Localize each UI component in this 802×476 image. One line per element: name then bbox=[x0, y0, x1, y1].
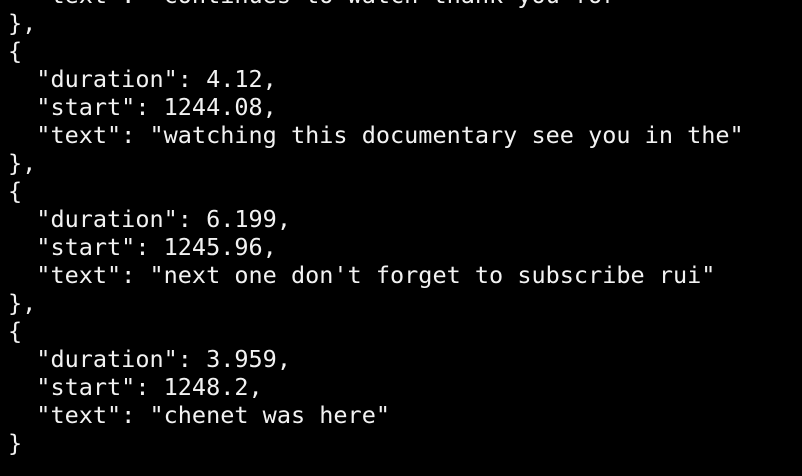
terminal-line: "start": 1248.2, bbox=[8, 373, 263, 401]
terminal-line: { bbox=[8, 37, 23, 65]
terminal-line: "text": "continues to watch thank you fo… bbox=[8, 0, 802, 9]
terminal-line: { bbox=[8, 177, 23, 205]
terminal-line: } bbox=[8, 429, 23, 457]
terminal-line: "duration": 4.12, bbox=[8, 65, 277, 93]
terminal-line: }, bbox=[8, 9, 37, 37]
terminal-line: { bbox=[8, 317, 23, 345]
terminal-line: }, bbox=[8, 149, 37, 177]
terminal-line: "text": "chenet was here" bbox=[8, 401, 391, 429]
terminal-line: "start": 1244.08, bbox=[8, 93, 277, 121]
terminal-line: "duration": 3.959, bbox=[8, 345, 291, 373]
terminal-line: "text": "next one don't forget to subscr… bbox=[8, 261, 716, 289]
terminal-line: "duration": 6.199, bbox=[8, 205, 291, 233]
terminal-line: "text": "watching this documentary see y… bbox=[8, 121, 744, 149]
terminal-line: "start": 1245.96, bbox=[8, 233, 277, 261]
terminal-output[interactable]: "text": "continues to watch thank you fo… bbox=[0, 0, 802, 476]
terminal-line: }, bbox=[8, 289, 37, 317]
